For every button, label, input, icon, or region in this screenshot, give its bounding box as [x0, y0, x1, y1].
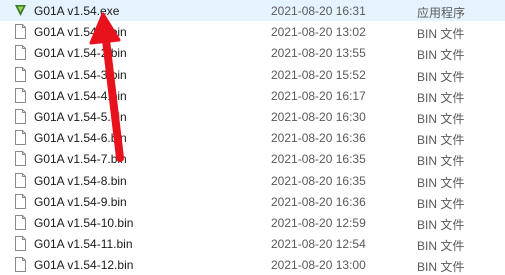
file-type: BIN 文件	[417, 69, 465, 84]
file-date: 2021-08-20 16:36	[271, 194, 366, 209]
file-name: G01A v1.54-9.bin	[34, 194, 127, 209]
file-icon	[15, 24, 26, 40]
file-name: G01A v1.54-4.bin	[34, 88, 127, 103]
file-date: 2021-08-20 15:52	[271, 67, 366, 82]
file-type: 应用程序	[417, 6, 466, 20]
file-date: 2021-08-20 16:31	[271, 4, 366, 18]
file-name: G01A v1.54-1.bin	[34, 25, 127, 40]
file-type: BIN 文件	[417, 154, 465, 169]
file-icon	[15, 214, 26, 230]
file-type: BIN 文件	[417, 260, 465, 275]
file-icon	[15, 66, 26, 82]
file-name: G01A v1.54.exe	[34, 4, 120, 18]
file-row[interactable]: G01A v1.54-7.bin 2021-08-20 16:35 BIN 文件	[0, 148, 505, 169]
file-icon	[15, 257, 26, 273]
file-icon	[15, 151, 26, 167]
file-name: G01A v1.54-7.bin	[34, 152, 127, 167]
file-date: 2021-08-20 13:55	[271, 46, 366, 61]
file-row[interactable]: G01A v1.54-10.bin 2021-08-20 12:59 BIN 文…	[0, 212, 505, 233]
file-date: 2021-08-20 13:02	[271, 25, 366, 40]
file-type: BIN 文件	[417, 239, 465, 254]
file-name: G01A v1.54-5.bin	[34, 109, 127, 124]
file-row[interactable]: G01A v1.54-6.bin 2021-08-20 16:36 BIN 文件	[0, 127, 505, 148]
file-icon	[15, 130, 26, 146]
file-date: 2021-08-20 12:59	[271, 215, 366, 230]
file-row[interactable]: G01A v1.54-8.bin 2021-08-20 16:35 BIN 文件	[0, 170, 505, 191]
file-type: BIN 文件	[417, 48, 465, 63]
file-type: BIN 文件	[417, 111, 465, 126]
file-type: BIN 文件	[417, 175, 465, 190]
file-row[interactable]: G01A v1.54-12.bin 2021-08-20 13:00 BIN 文…	[0, 254, 505, 275]
file-type: BIN 文件	[417, 217, 465, 232]
file-name: G01A v1.54-8.bin	[34, 173, 127, 188]
file-type: BIN 文件	[417, 90, 465, 105]
file-date: 2021-08-20 16:35	[271, 152, 366, 167]
file-type: BIN 文件	[417, 27, 465, 42]
file-icon	[15, 172, 26, 188]
file-row[interactable]: G01A v1.54-4.bin 2021-08-20 16:17 BIN 文件	[0, 85, 505, 106]
file-date: 2021-08-20 13:00	[271, 258, 366, 273]
file-type: BIN 文件	[417, 133, 465, 148]
file-row[interactable]: G01A v1.54-2.bin 2021-08-20 13:55 BIN 文件	[0, 42, 505, 63]
file-type: BIN 文件	[417, 196, 465, 211]
file-date: 2021-08-20 16:35	[271, 173, 366, 188]
file-name: G01A v1.54-10.bin	[34, 215, 134, 230]
file-row[interactable]: G01A v1.54-3.bin 2021-08-20 15:52 BIN 文件	[0, 64, 505, 85]
file-date: 2021-08-20 16:17	[271, 88, 366, 103]
file-row[interactable]: G01A v1.54-1.bin 2021-08-20 13:02 BIN 文件	[0, 21, 505, 42]
file-row[interactable]: G01A v1.54-11.bin 2021-08-20 12:54 BIN 文…	[0, 233, 505, 254]
file-icon	[15, 87, 26, 103]
file-row[interactable]: G01A v1.54-9.bin 2021-08-20 16:36 BIN 文件	[0, 191, 505, 212]
file-name: G01A v1.54-11.bin	[34, 237, 133, 252]
file-icon	[15, 193, 26, 209]
file-icon	[15, 108, 26, 124]
file-date: 2021-08-20 12:54	[271, 237, 366, 252]
file-row[interactable]: G01A v1.54-5.bin 2021-08-20 16:30 BIN 文件	[0, 106, 505, 127]
app-icon	[15, 5, 26, 16]
file-name: G01A v1.54-2.bin	[34, 46, 127, 61]
file-name: G01A v1.54-6.bin	[34, 131, 127, 146]
file-icon	[15, 45, 26, 61]
file-row[interactable]: G01A v1.54.exe 2021-08-20 16:31 应用程序	[0, 0, 505, 22]
file-name: G01A v1.54-12.bin	[34, 258, 134, 273]
file-icon	[15, 236, 26, 252]
file-date: 2021-08-20 16:36	[271, 131, 366, 146]
file-date: 2021-08-20 16:30	[271, 109, 366, 124]
file-name: G01A v1.54-3.bin	[34, 67, 127, 82]
file-list: G01A v1.54.exe 2021-08-20 16:31 应用程序 G01…	[0, 0, 505, 275]
